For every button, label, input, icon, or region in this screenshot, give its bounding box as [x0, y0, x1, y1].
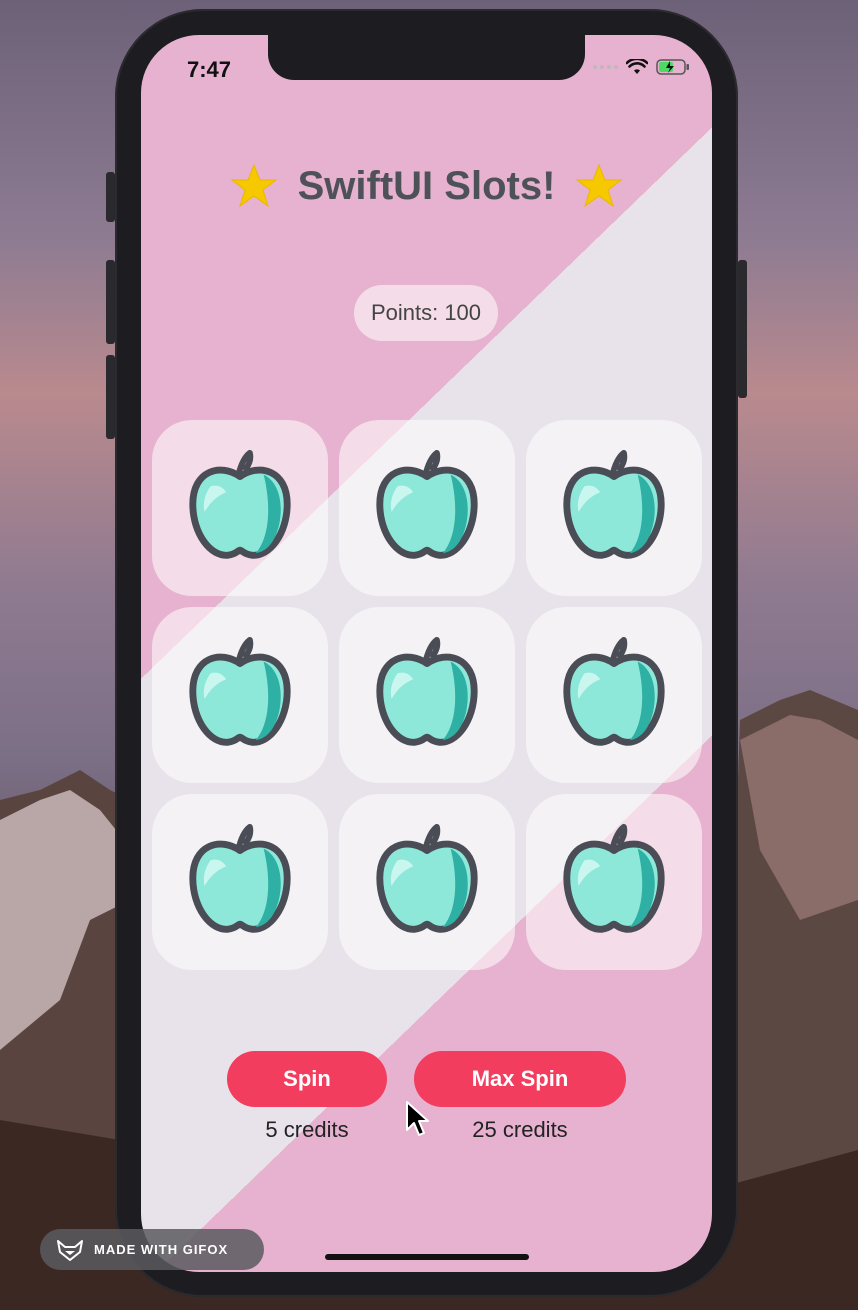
apple-icon — [555, 821, 673, 944]
apple-icon — [555, 634, 673, 757]
slot-cell — [339, 607, 515, 783]
slot-cell — [526, 420, 702, 596]
apple-icon — [181, 634, 299, 757]
star-icon — [230, 163, 278, 208]
max-spin-group: Max Spin 25 credits — [414, 1051, 626, 1143]
spin-group: Spin 5 credits — [227, 1051, 387, 1143]
fox-logo-icon — [57, 1239, 83, 1261]
watermark-text: MADE WITH GIFOX — [94, 1242, 229, 1257]
apple-icon — [368, 447, 486, 570]
spin-button[interactable]: Spin — [227, 1051, 387, 1107]
slot-cell — [526, 794, 702, 970]
apple-icon — [368, 821, 486, 944]
page-title: SwiftUI Slots! — [297, 163, 556, 208]
slot-cell — [152, 607, 328, 783]
apple-icon — [181, 447, 299, 570]
gifox-watermark: MADE WITH GIFOX — [40, 1229, 264, 1270]
phone-volume-up-button — [106, 260, 115, 344]
slot-cell — [339, 794, 515, 970]
apple-icon — [555, 447, 673, 570]
slot-cell — [526, 607, 702, 783]
points-badge: Points: 100 — [354, 285, 498, 341]
apple-icon — [181, 821, 299, 944]
wifi-icon — [626, 59, 648, 74]
phone-power-button — [738, 260, 747, 398]
phone-action-button — [106, 172, 115, 222]
title-row: SwiftUI Slots! — [141, 163, 712, 209]
slot-cell — [339, 420, 515, 596]
slot-cell — [152, 420, 328, 596]
mouse-pointer-icon — [406, 1101, 429, 1136]
slot-cell — [152, 794, 328, 970]
battery-icon — [656, 59, 689, 75]
spin-cost-label: 5 credits — [265, 1117, 349, 1142]
status-indicators — [593, 59, 690, 75]
phone-volume-down-button — [106, 355, 115, 439]
cellular-signal-icon — [593, 65, 618, 69]
home-indicator[interactable] — [325, 1254, 529, 1260]
notch — [268, 35, 585, 80]
max-spin-button[interactable]: Max Spin — [414, 1051, 626, 1107]
apple-icon — [368, 634, 486, 757]
max-spin-cost-label: 25 credits — [472, 1117, 568, 1142]
star-icon — [575, 163, 623, 208]
slot-grid — [152, 420, 702, 970]
app-screen: 7:47 SwiftUI Slots! Points: 100 Spin 5 c… — [141, 35, 712, 1272]
status-time: 7:47 — [187, 57, 232, 82]
